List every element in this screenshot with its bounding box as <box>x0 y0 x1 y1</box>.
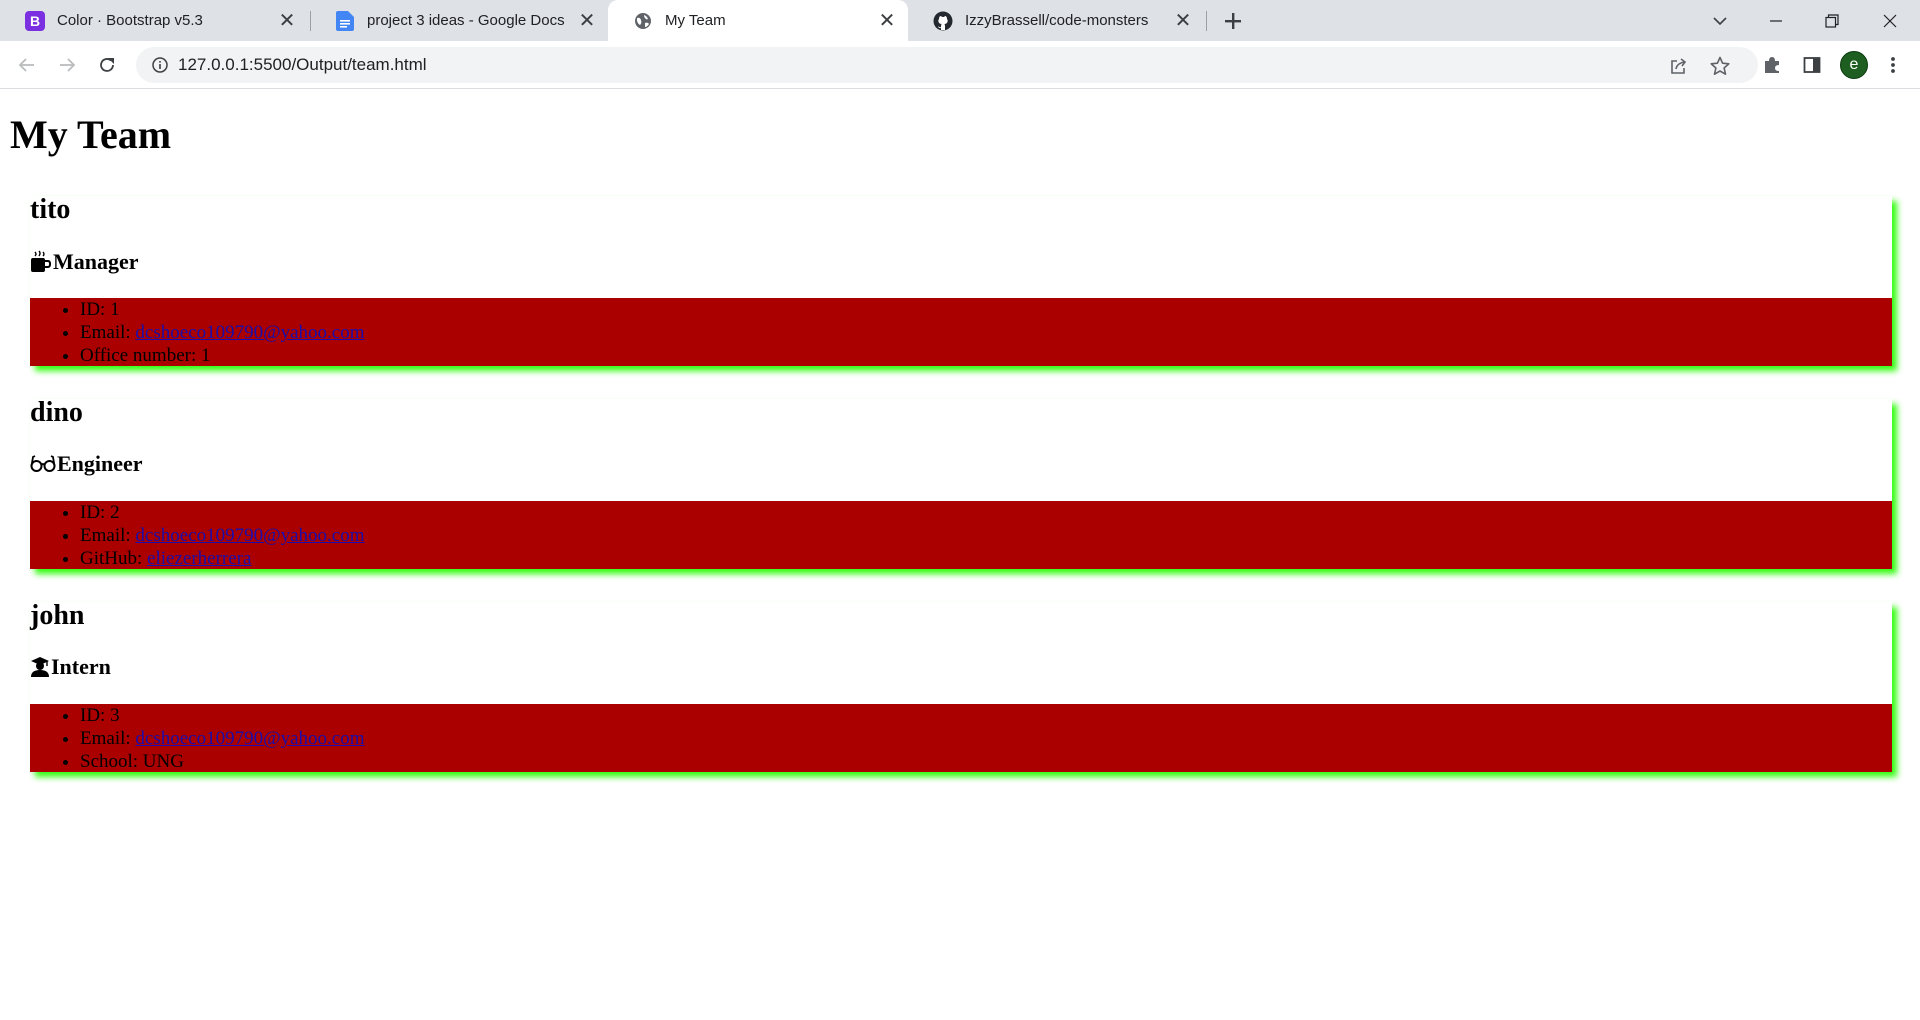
member-email-item: Email: dcshoeco109790@yahoo.com <box>80 524 1892 547</box>
member-id: ID: 2 <box>80 501 1892 524</box>
plus-icon <box>1225 13 1241 29</box>
member-office-number: Office number: 1 <box>80 344 1892 367</box>
close-window-button[interactable] <box>1862 0 1918 41</box>
member-id: ID: 3 <box>80 704 1892 727</box>
member-role: Intern <box>30 656 111 678</box>
member-name: tito <box>30 194 71 225</box>
team-member-card: john Intern ID: 3 Email: dcshoeco109790@… <box>30 602 1892 772</box>
email-prefix: Email: <box>80 322 136 343</box>
profile-avatar[interactable]: e <box>1840 51 1868 79</box>
graduate-icon <box>30 656 50 678</box>
member-name: john <box>30 600 85 631</box>
github-icon <box>933 11 953 31</box>
member-github-item: GitHub: eliezerherrera <box>80 547 1892 570</box>
minimize-icon <box>1770 19 1782 22</box>
bootstrap-icon: B <box>25 10 45 31</box>
close-tab-icon[interactable]: ✕ <box>876 10 898 32</box>
tab-bootstrap[interactable]: B Color · Bootstrap v5.3 ✕ <box>0 0 308 41</box>
tab-strip: B Color · Bootstrap v5.3 ✕ project 3 ide… <box>0 0 1920 41</box>
kebab-menu-icon[interactable] <box>1882 54 1904 76</box>
email-prefix: Email: <box>80 525 136 546</box>
reload-icon <box>100 58 114 72</box>
member-email-link[interactable]: dcshoeco109790@yahoo.com <box>135 322 364 343</box>
extensions-puzzle-icon[interactable] <box>1761 54 1783 76</box>
restore-icon <box>1825 13 1839 28</box>
member-school: School: UNG <box>80 750 1892 773</box>
tab-search-button[interactable] <box>1692 0 1748 41</box>
member-role-label: Manager <box>53 249 139 274</box>
side-panel-icon[interactable] <box>1801 54 1823 76</box>
tab-title: project 3 ideas - Google Docs <box>367 12 565 29</box>
reload-button[interactable] <box>91 49 123 81</box>
github-prefix: GitHub: <box>80 548 148 569</box>
tab-title: Color · Bootstrap v5.3 <box>57 12 203 29</box>
coffee-mug-icon <box>30 250 52 274</box>
globe-icon <box>633 11 653 31</box>
info-icon[interactable] <box>150 55 170 75</box>
forward-arrow-icon <box>60 58 76 72</box>
team-member-card: dino Engineer ID: 2 Email: dcshoeco10979… <box>30 399 1892 569</box>
svg-text:B: B <box>30 13 40 29</box>
back-button[interactable] <box>11 49 43 81</box>
email-prefix: Email: <box>80 728 136 749</box>
tab-github[interactable]: IzzyBrassell/code-monsters ✕ <box>908 0 1204 41</box>
team-member-card: tito Manager ID: 1 Email: dcshoeco109790… <box>30 196 1892 366</box>
member-email-link[interactable]: dcshoeco109790@yahoo.com <box>135 728 364 749</box>
google-docs-icon <box>335 10 355 31</box>
share-icon[interactable] <box>1668 55 1690 77</box>
address-bar[interactable]: 127.0.0.1:5500/Output/team.html <box>136 47 1758 83</box>
tab-title: IzzyBrassell/code-monsters <box>965 12 1149 29</box>
member-email-item: Email: dcshoeco109790@yahoo.com <box>80 727 1892 750</box>
forward-button[interactable] <box>51 49 83 81</box>
member-info-list: ID: 2 Email: dcshoeco109790@yahoo.com Gi… <box>30 501 1892 569</box>
glasses-icon <box>30 454 56 474</box>
close-tab-icon[interactable]: ✕ <box>1172 10 1194 32</box>
member-role-label: Engineer <box>57 451 143 476</box>
tab-my-team[interactable]: My Team ✕ <box>608 0 908 41</box>
member-role-label: Intern <box>51 654 111 679</box>
back-arrow-icon <box>18 58 34 72</box>
tab-google-docs[interactable]: project 3 ideas - Google Docs ✕ <box>310 0 608 41</box>
minimize-button[interactable] <box>1748 0 1804 41</box>
close-tab-icon[interactable]: ✕ <box>576 10 598 32</box>
browser-toolbar: 127.0.0.1:5500/Output/team.html e <box>0 41 1920 89</box>
member-info-list: ID: 1 Email: dcshoeco109790@yahoo.com Of… <box>30 298 1892 366</box>
url-text[interactable]: 127.0.0.1:5500/Output/team.html <box>178 47 427 83</box>
chevron-down-icon <box>1713 16 1727 25</box>
restore-button[interactable] <box>1804 0 1860 41</box>
member-role: Manager <box>30 250 139 274</box>
new-tab-button[interactable] <box>1220 8 1246 34</box>
member-email-item: Email: dcshoeco109790@yahoo.com <box>80 321 1892 344</box>
tab-title: My Team <box>665 12 726 29</box>
member-github-link[interactable]: eliezerherrera <box>147 548 251 569</box>
member-info-list: ID: 3 Email: dcshoeco109790@yahoo.com Sc… <box>30 704 1892 772</box>
page-content: My Team tito Manager ID: 1 Email: dcshoe… <box>0 89 1920 1020</box>
bookmark-star-icon[interactable] <box>1709 55 1731 77</box>
close-tab-icon[interactable]: ✕ <box>276 10 298 32</box>
tab-separator <box>1206 11 1207 31</box>
close-icon <box>1883 14 1897 27</box>
page-title: My Team <box>10 112 172 157</box>
member-email-link[interactable]: dcshoeco109790@yahoo.com <box>135 525 364 546</box>
member-role: Engineer <box>30 453 143 475</box>
member-id: ID: 1 <box>80 298 1892 321</box>
member-name: dino <box>30 397 83 428</box>
